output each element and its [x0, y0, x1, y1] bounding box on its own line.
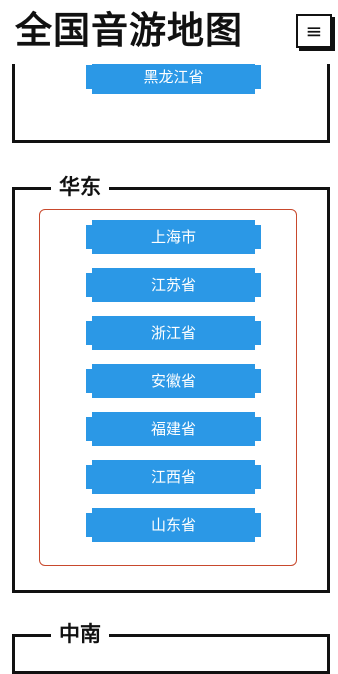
province-button-jiangsu[interactable]: 江苏省 [86, 268, 261, 302]
hamburger-icon: ≡ [305, 19, 323, 43]
province-label: 安徽省 [92, 364, 255, 398]
menu-button[interactable]: ≡ [296, 14, 332, 48]
province-button-heilongjiang[interactable]: 黑龙江省 [86, 60, 261, 94]
province-button-shandong[interactable]: 山东省 [86, 508, 261, 542]
province-button-fujian[interactable]: 福建省 [86, 412, 261, 446]
province-label: 上海市 [92, 220, 255, 254]
site-title: 全国音游地图 [15, 9, 243, 52]
province-label: 黑龙江省 [92, 60, 255, 94]
region-east: 华东 上海市 江苏省 浙江省 安徽省 福建省 江西省 山东省 [12, 172, 330, 593]
header: 全国音游地图 ≡ [0, 0, 338, 64]
region-central: 中南 [12, 619, 330, 674]
province-label: 福建省 [92, 412, 255, 446]
province-label: 山东省 [92, 508, 255, 542]
region-title-central: 中南 [51, 619, 109, 649]
province-button-shanghai[interactable]: 上海市 [86, 220, 261, 254]
province-button-anhui[interactable]: 安徽省 [86, 364, 261, 398]
region-title-east: 华东 [51, 172, 109, 202]
province-label: 浙江省 [92, 316, 255, 350]
province-label: 江西省 [92, 460, 255, 494]
province-button-zhejiang[interactable]: 浙江省 [86, 316, 261, 350]
province-label: 江苏省 [92, 268, 255, 302]
province-button-jiangxi[interactable]: 江西省 [86, 460, 261, 494]
